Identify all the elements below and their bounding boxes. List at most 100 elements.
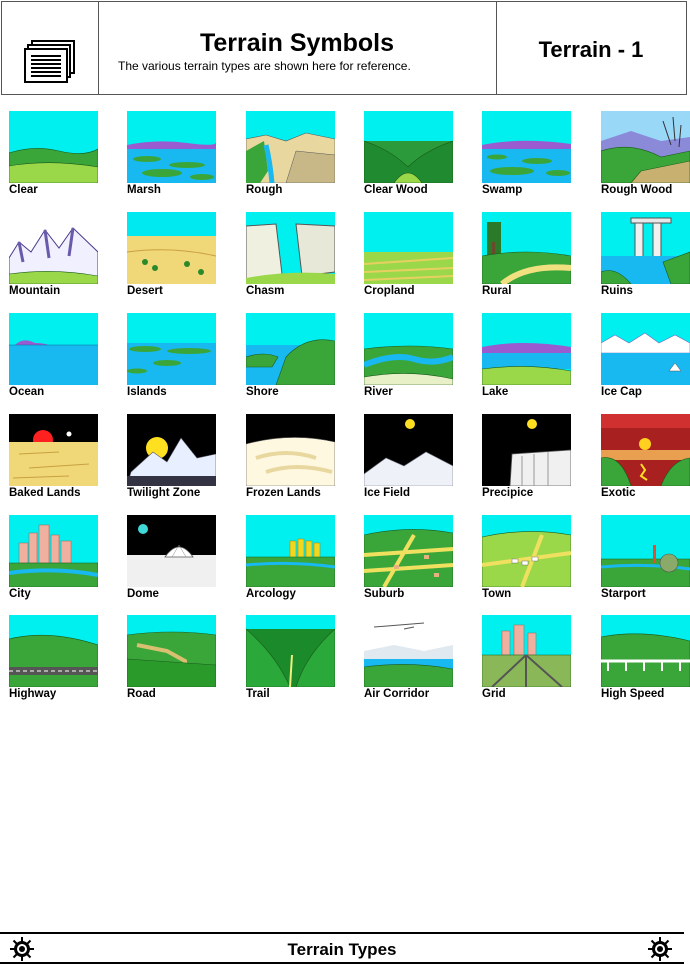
terrain-label: Marsh bbox=[127, 184, 161, 196]
twilight-terrain-image bbox=[127, 414, 216, 486]
terrain-label: Cropland bbox=[364, 285, 415, 297]
exotic-terrain-image bbox=[601, 414, 690, 486]
rural-terrain-image bbox=[482, 212, 571, 284]
frozen-terrain-image bbox=[246, 414, 335, 486]
precipice-terrain-image bbox=[482, 414, 571, 486]
terrain-label: Rough Wood bbox=[601, 184, 673, 196]
city-terrain-image bbox=[9, 515, 98, 587]
terrain-tile-precipice: Precipice bbox=[482, 414, 582, 504]
icefield-terrain-image bbox=[364, 414, 453, 486]
terrain-label: Chasm bbox=[246, 285, 285, 297]
terrain-tile-highspeed: High Speed bbox=[601, 615, 690, 705]
terrain-label: Suburb bbox=[364, 588, 405, 600]
clear-terrain-image bbox=[9, 111, 98, 183]
terrain-label: Mountain bbox=[9, 285, 61, 297]
terrain-tile-river: River bbox=[364, 313, 464, 403]
icecap-terrain-image bbox=[601, 313, 690, 385]
terrain-tile-dome: Dome bbox=[127, 515, 227, 605]
terrain-label: Baked Lands bbox=[9, 487, 81, 499]
terrain-label: Trail bbox=[246, 688, 270, 700]
chasm-terrain-image bbox=[246, 212, 335, 284]
terrain-tile-suburb: Suburb bbox=[364, 515, 464, 605]
terrain-label: High Speed bbox=[601, 688, 665, 700]
terrain-tile-rough: Rough bbox=[246, 111, 346, 201]
aircorridor-terrain-image bbox=[364, 615, 453, 687]
terrain-tile-desert: Desert bbox=[127, 212, 227, 302]
terrain-label: Arcology bbox=[246, 588, 296, 600]
terrain-tile-grid: Grid bbox=[482, 615, 582, 705]
terrain-tile-chasm: Chasm bbox=[246, 212, 346, 302]
page-footer: Terrain Types bbox=[0, 932, 684, 964]
terrain-label: Clear bbox=[9, 184, 38, 196]
mountain-terrain-image bbox=[9, 212, 98, 284]
islands-terrain-image bbox=[127, 313, 216, 385]
terrain-tile-trail: Trail bbox=[246, 615, 346, 705]
terrain-label: Frozen Lands bbox=[246, 487, 321, 499]
terrain-tile-cropland: Cropland bbox=[364, 212, 464, 302]
swamp-terrain-image bbox=[482, 111, 571, 183]
baked-terrain-image bbox=[9, 414, 98, 486]
terrain-label: Air Corridor bbox=[364, 688, 430, 700]
terrain-tile-starport: Starport bbox=[601, 515, 690, 605]
dome-terrain-image bbox=[127, 515, 216, 587]
grid-terrain-image bbox=[482, 615, 571, 687]
suburb-terrain-image bbox=[364, 515, 453, 587]
terrain-tile-baked: Baked Lands bbox=[9, 414, 109, 504]
roughwood-terrain-image bbox=[601, 111, 690, 183]
terrain-label: River bbox=[364, 386, 393, 398]
terrain-label: Town bbox=[482, 588, 512, 600]
terrain-label: Ice Cap bbox=[601, 386, 642, 398]
cropland-terrain-image bbox=[364, 212, 453, 284]
terrain-label: Precipice bbox=[482, 487, 534, 499]
terrain-tile-city: City bbox=[9, 515, 109, 605]
terrain-tile-exotic: Exotic bbox=[601, 414, 690, 504]
terrain-tile-arcology: Arcology bbox=[246, 515, 346, 605]
terrain-label: Lake bbox=[482, 386, 509, 398]
terrain-label: Road bbox=[127, 688, 156, 700]
terrain-tile-clearwood: Clear Wood bbox=[364, 111, 464, 201]
terrain-label: Exotic bbox=[601, 487, 636, 499]
terrain-label: Highway bbox=[9, 688, 57, 700]
terrain-tile-islands: Islands bbox=[127, 313, 227, 403]
marsh-terrain-image bbox=[127, 111, 216, 183]
highway-terrain-image bbox=[9, 615, 98, 687]
terrain-grid: Clear Marsh Rough Clear Wood Swamp Rough Wood… bbox=[0, 0, 690, 700]
terrain-tile-clear: Clear bbox=[9, 111, 109, 201]
terrain-label: Rural bbox=[482, 285, 512, 297]
terrain-label: Ruins bbox=[601, 285, 633, 297]
terrain-tile-shore: Shore bbox=[246, 313, 346, 403]
terrain-tile-ocean: Ocean bbox=[9, 313, 109, 403]
terrain-tile-town: Town bbox=[482, 515, 582, 605]
terrain-tile-ruins: Ruins bbox=[601, 212, 690, 302]
terrain-label: Dome bbox=[127, 588, 159, 600]
trail-terrain-image bbox=[246, 615, 335, 687]
terrain-tile-swamp: Swamp bbox=[482, 111, 582, 201]
terrain-tile-road: Road bbox=[127, 615, 227, 705]
terrain-tile-icecap: Ice Cap bbox=[601, 313, 690, 403]
ruins-terrain-image bbox=[601, 212, 690, 284]
terrain-label: Desert bbox=[127, 285, 163, 297]
terrain-label: Islands bbox=[127, 386, 167, 398]
arcology-terrain-image bbox=[246, 515, 335, 587]
terrain-label: City bbox=[9, 588, 31, 600]
town-terrain-image bbox=[482, 515, 571, 587]
river-terrain-image bbox=[364, 313, 453, 385]
highspeed-terrain-image bbox=[601, 615, 690, 687]
terrain-tile-mountain: Mountain bbox=[9, 212, 109, 302]
terrain-tile-icefield: Ice Field bbox=[364, 414, 464, 504]
terrain-label: Ice Field bbox=[364, 487, 411, 499]
terrain-label: Grid bbox=[482, 688, 506, 700]
terrain-label: Starport bbox=[601, 588, 646, 600]
terrain-tile-rural: Rural bbox=[482, 212, 582, 302]
terrain-tile-marsh: Marsh bbox=[127, 111, 227, 201]
terrain-label: Twilight Zone bbox=[127, 487, 201, 499]
road-terrain-image bbox=[127, 615, 216, 687]
terrain-tile-frozen: Frozen Lands bbox=[246, 414, 346, 504]
terrain-label: Clear Wood bbox=[364, 184, 428, 196]
terrain-tile-lake: Lake bbox=[482, 313, 582, 403]
terrain-label: Ocean bbox=[9, 386, 45, 398]
shore-terrain-image bbox=[246, 313, 335, 385]
terrain-label: Rough bbox=[246, 184, 283, 196]
rough-terrain-image bbox=[246, 111, 335, 183]
starport-terrain-image bbox=[601, 515, 690, 587]
